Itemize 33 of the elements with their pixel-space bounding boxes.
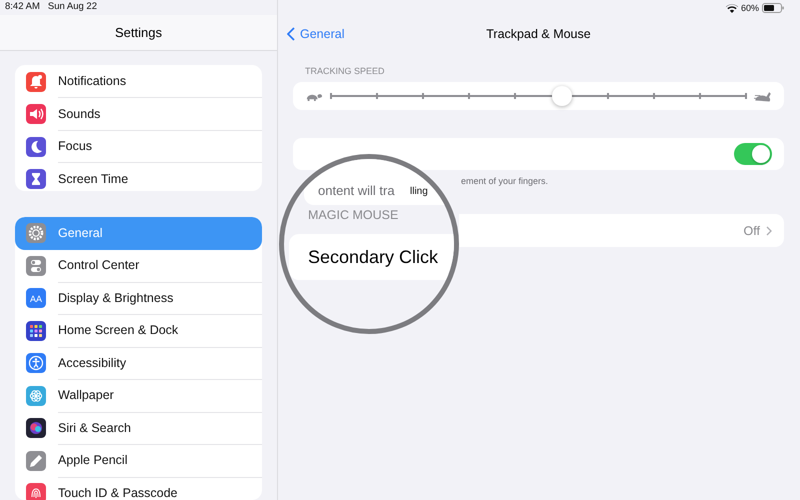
sidebar-item[interactable]: Home Screen & Dock [15, 314, 262, 348]
status-date: Sun Aug 22 [48, 1, 97, 14]
magnified-label: lling [410, 186, 428, 197]
sidebar-item[interactable]: Focus [15, 130, 262, 163]
magnified-label: ontent will tra [318, 183, 395, 198]
slider-thumb[interactable] [552, 86, 572, 106]
chevron-icon [766, 226, 772, 236]
sidebar-item[interactable]: Apple Pencil [15, 444, 262, 478]
footer-text: ement of your fingers. [461, 176, 550, 188]
back-button[interactable]: General [287, 26, 344, 40]
section-header: MAGIC MOUSE [308, 208, 398, 222]
sidebar-item[interactable]: Screen Time [15, 162, 262, 192]
tracking-speed-slider[interactable] [331, 86, 746, 106]
sidebar-item[interactable]: Siri & Search [15, 412, 262, 445]
sidebar-item[interactable]: Touch ID & Passcode [15, 477, 262, 500]
magnified-label: Secondary Click [308, 247, 438, 268]
letters-icon: AA [26, 288, 46, 308]
chevron-left-icon [287, 26, 295, 40]
wifi-icon [726, 4, 738, 12]
row-value: Off [744, 224, 760, 238]
sidebar-item[interactable]: Sounds [15, 98, 262, 130]
section-header: TRACKING SPEED [305, 66, 386, 78]
sidebar-item[interactable]: Accessibility [15, 347, 262, 380]
toggle-switch[interactable] [734, 143, 772, 165]
battery-percent: 60% [740, 3, 759, 13]
sidebar-title: Settings [115, 24, 162, 40]
battery-icon [762, 3, 784, 13]
status-time: 8:42 AM [5, 1, 40, 14]
sidebar-item[interactable]: Control Center [15, 250, 262, 282]
sidebar-item[interactable]: Wallpaper [15, 380, 262, 412]
sidebar-item[interactable]: Notifications [15, 65, 262, 98]
page-title: Trackpad & Mouse [486, 26, 591, 40]
sidebar-item[interactable]: AA Display & Brightness [15, 282, 262, 315]
